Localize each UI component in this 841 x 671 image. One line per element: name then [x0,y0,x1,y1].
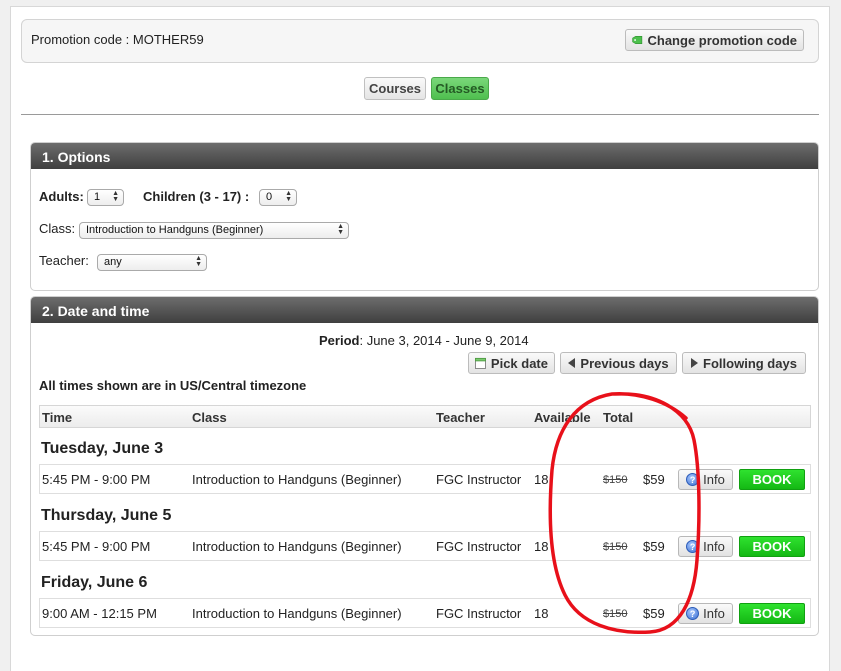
teacher-label-text: Teacher: [39,253,89,268]
select-arrows-icon: ▲ ▼ [195,255,202,268]
children-label: Children (3 - 17) : [143,189,249,204]
children-select[interactable]: 0 ▲ ▼ [259,189,297,206]
row-original-price: $150 [603,474,628,486]
book-button[interactable]: BOOK [739,469,805,490]
teacher-select-value: any [104,256,122,268]
row-teacher: FGC Instructor [436,606,522,621]
pick-date-label: Pick date [490,355,548,371]
row-class: Introduction to Handguns (Beginner) [192,539,402,554]
row-price: $59 [643,472,665,487]
class-label-text: Class: [39,221,76,236]
question-icon: ? [686,607,700,620]
divider [21,114,819,115]
day-heading: Friday, June 6 [41,574,148,591]
change-promotion-code-label: Change promotion code [647,32,798,48]
select-arrows-icon: ▲ ▼ [285,190,292,203]
row-original-price: $150 [603,541,628,553]
row-available: 18 [534,539,549,554]
column-header-teacher: Teacher [436,410,485,425]
table-row: 9:00 AM - 12:15 PM Introduction to Handg… [39,598,811,628]
following-days-button[interactable]: Following days [682,352,806,374]
row-teacher: FGC Instructor [436,539,522,554]
promotion-bar: Promotion code : MOTHER59 Change promoti… [21,19,819,63]
info-label: Info [703,606,725,621]
children-label-text: Children [143,189,196,204]
row-time: 9:00 AM - 12:15 PM [42,606,157,621]
promotion-code-text: Promotion code : MOTHER59 [31,32,204,47]
previous-days-label: Previous days [580,355,669,371]
info-button[interactable]: ? Info [678,536,733,557]
tab-classes[interactable]: Classes [431,77,489,100]
children-select-value: 0 [266,191,273,203]
triangle-right-icon [691,358,699,368]
row-original-price: $150 [603,608,628,620]
tag-icon [632,35,643,45]
column-header-available: Available [534,410,591,425]
adults-select[interactable]: 1 ▲ ▼ [87,189,124,206]
info-button[interactable]: ? Info [678,603,733,624]
table-header: Time Class Teacher Available Total [39,405,811,428]
book-button[interactable]: BOOK [739,603,805,624]
info-label: Info [703,472,725,487]
adults-label: Adults: [39,189,84,204]
date-time-panel: 2. Date and time Period: June 3, 2014 - … [30,296,819,636]
day-heading: Thursday, June 5 [41,507,172,524]
column-header-total: Total [603,410,634,425]
tab-courses[interactable]: Courses [364,77,426,100]
period-value: : June 3, 2014 - June 9, 2014 [359,333,529,348]
teacher-select[interactable]: any ▲ ▼ [97,254,207,271]
row-time: 5:45 PM - 9:00 PM [42,472,151,487]
question-icon: ? [686,540,700,553]
column-header-class: Class [192,410,227,425]
row-teacher: FGC Instructor [436,472,522,487]
following-days-label: Following days [703,355,797,371]
day-heading: Tuesday, June 3 [41,440,164,457]
row-available: 18 [534,606,549,621]
change-promotion-code-button[interactable]: Change promotion code [625,29,804,51]
row-time: 5:45 PM - 9:00 PM [42,539,151,554]
class-select-value: Introduction to Handguns (Beginner) [86,224,264,236]
class-select[interactable]: Introduction to Handguns (Beginner) ▲ ▼ [79,222,349,239]
adults-select-value: 1 [94,191,101,203]
question-icon: ? [686,473,700,486]
triangle-left-icon [568,358,576,368]
row-class: Introduction to Handguns (Beginner) [192,606,402,621]
row-price: $59 [643,539,665,554]
table-row: 5:45 PM - 9:00 PM Introduction to Handgu… [39,464,811,494]
row-price: $59 [643,606,665,621]
date-time-heading: 2. Date and time [31,297,818,323]
select-arrows-icon: ▲ ▼ [337,223,344,236]
children-range: (3 - 17) : [199,189,250,204]
column-header-time: Time [42,410,73,425]
previous-days-button[interactable]: Previous days [560,352,677,374]
options-heading: 1. Options [31,143,818,169]
row-class: Introduction to Handguns (Beginner) [192,472,402,487]
calendar-icon [475,357,486,369]
booking-page: Promotion code : MOTHER59 Change promoti… [10,6,830,671]
period-label: Period [319,333,360,348]
period-text: Period: June 3, 2014 - June 9, 2014 [319,333,529,348]
row-available: 18 [534,472,549,487]
table-row: 5:45 PM - 9:00 PM Introduction to Handgu… [39,531,811,561]
teacher-label: Teacher: [39,253,89,268]
pick-date-button[interactable]: Pick date [468,352,555,374]
book-button[interactable]: BOOK [739,536,805,557]
select-arrows-icon: ▲ ▼ [112,190,119,203]
info-button[interactable]: ? Info [678,469,733,490]
info-label: Info [703,539,725,554]
class-label: Class: [39,221,75,236]
options-panel: 1. Options Adults: 1 ▲ ▼ Children (3 - 17… [30,142,819,291]
timezone-note: All times shown are in US/Central timezo… [39,378,307,393]
